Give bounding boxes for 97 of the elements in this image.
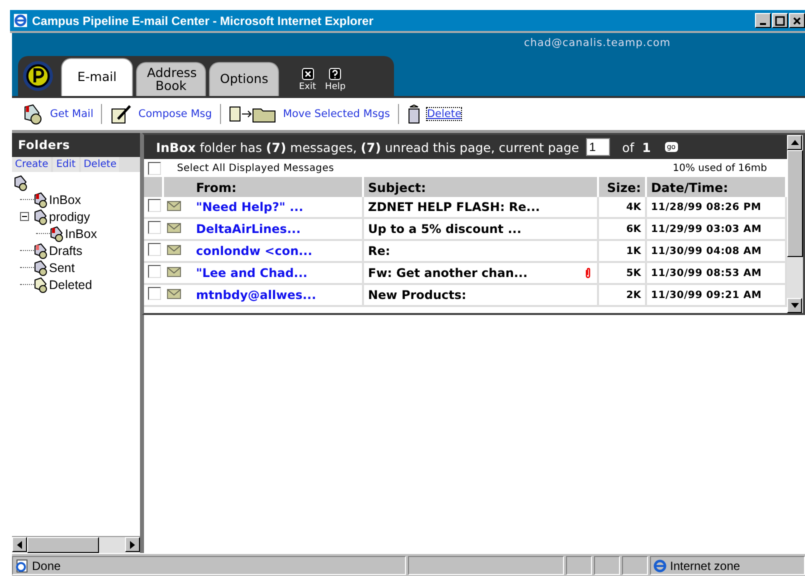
status-pane [566, 556, 592, 575]
column-header[interactable]: From: [192, 177, 363, 197]
panel-title: Folders [12, 133, 140, 157]
folder-icon [34, 192, 48, 208]
mailbox-icon [22, 103, 44, 125]
sender-link[interactable]: DeltaAirLines... [196, 222, 301, 236]
close-icon [792, 16, 802, 26]
up-arrow-icon [790, 140, 798, 145]
size-cell: 6K [598, 218, 646, 240]
folder-icon [50, 226, 64, 242]
folder-item[interactable]: Deleted [34, 276, 92, 292]
folder-icon [34, 242, 48, 258]
help-button[interactable]: Help [322, 68, 349, 96]
folder-action-link[interactable]: Create [12, 157, 52, 172]
quota-text: 10% used of 16mb [672, 162, 767, 174]
tab[interactable]: E-mail [61, 58, 133, 96]
collapse-toggle[interactable] [20, 212, 29, 221]
page-to-folder-icon [228, 104, 277, 124]
sender-link[interactable]: "Lee and Chad... [196, 266, 308, 280]
date-cell: 11/29/99 03:03 AM [646, 218, 786, 240]
minimize-button[interactable] [755, 13, 771, 28]
minimize-icon [760, 22, 766, 24]
status-text: Done [32, 558, 61, 572]
page-of-label: of [622, 140, 634, 154]
move-button[interactable]: Move Selected Msgs [228, 104, 390, 124]
envelope-icon [167, 267, 181, 277]
subject-link[interactable]: Re: [368, 244, 390, 258]
trash-can-icon [406, 104, 421, 124]
sender-link[interactable]: conlondw <con... [196, 244, 312, 258]
size-cell: 4K [598, 197, 646, 218]
summary-text: InBox folder has (7) messages, (7) unread this page, current page [156, 140, 580, 154]
logo-icon [22, 60, 54, 92]
window-title: Campus Pipeline E-mail Center - Microsoft Internet Explorer [32, 14, 374, 28]
folder-item[interactable]: Drafts [34, 242, 82, 258]
maximize-button[interactable] [772, 13, 788, 28]
checkbox[interactable] [148, 221, 161, 234]
close-button[interactable] [789, 13, 805, 28]
page-total: 1 [642, 140, 651, 154]
size-cell: 1K [598, 240, 646, 262]
globe-icon [653, 558, 667, 572]
vertical-scrollbar[interactable] [787, 135, 803, 313]
delete-button[interactable]: Delete [406, 104, 462, 124]
folder-icon [34, 276, 48, 292]
date-cell: 11/30/99 09:21 AM [646, 284, 786, 306]
down-arrow-icon [790, 303, 798, 308]
subject-link[interactable]: Up to a 5% discount ... [368, 222, 522, 236]
subject-link[interactable]: Fw: Get another chan... [368, 266, 528, 280]
help-icon [329, 68, 342, 80]
folder-item[interactable]: Sent [34, 260, 75, 276]
zone-text: Internet zone [670, 558, 740, 572]
size-cell: 5K [598, 262, 646, 284]
column-header[interactable]: Size: [598, 177, 646, 197]
checkbox[interactable] [148, 265, 161, 278]
exit-button[interactable]: Exit [296, 68, 320, 96]
date-cell: 11/30/99 04:08 AM [646, 240, 786, 262]
folder-item[interactable]: InBox [34, 192, 81, 208]
tab[interactable]: Address Book [136, 62, 206, 96]
size-cell: 2K [598, 284, 646, 306]
page-icon [15, 558, 29, 572]
subject-link[interactable]: ZDNET HELP FLASH: Re... [368, 200, 540, 214]
checkbox[interactable] [148, 243, 161, 256]
status-pane [622, 556, 648, 575]
status-pane [594, 556, 620, 575]
column-header[interactable]: Date/Time: [646, 177, 786, 197]
checkbox[interactable] [148, 287, 161, 300]
close-icon [302, 68, 314, 80]
note-pen-icon [110, 103, 132, 125]
sender-link[interactable]: mtnbdy@allwes... [196, 288, 316, 302]
envelope-icon [167, 223, 181, 233]
folder-item[interactable]: InBox [50, 226, 97, 242]
folder-icon [34, 208, 48, 224]
maximize-icon [775, 16, 785, 26]
envelope-icon [167, 245, 181, 255]
get-button[interactable]: Get Mail [22, 103, 94, 125]
account-email: chad@canalis.teamp.com [524, 37, 671, 49]
folder-action-link[interactable]: Edit [53, 157, 79, 172]
envelope-icon [167, 201, 181, 211]
horizontal-scrollbar[interactable] [12, 536, 140, 553]
envelope-icon [167, 289, 181, 299]
sender-link[interactable]: "Need Help?" ... [196, 200, 304, 214]
folder-item[interactable]: prodigy [34, 208, 90, 224]
date-cell: 11/30/99 08:53 AM [646, 262, 786, 284]
folder-icon [34, 260, 48, 276]
column-header[interactable]: Subject: [363, 177, 598, 197]
page-field[interactable]: 1 [586, 138, 610, 156]
subject-link[interactable]: New Products: [368, 288, 466, 302]
date-cell: 11/28/99 08:26 PM [646, 197, 786, 218]
compose-button[interactable]: Compose Msg [110, 103, 212, 125]
folder-action-link[interactable]: Delete [80, 157, 120, 172]
checkbox[interactable] [148, 199, 161, 212]
browser-icon [13, 13, 28, 28]
tab[interactable]: Options [209, 62, 279, 96]
mailbox-icon [14, 175, 28, 191]
checkbox[interactable] [148, 162, 161, 174]
left-arrow-icon [17, 540, 22, 548]
right-arrow-icon [130, 540, 135, 548]
select-all-label: Select All Displayed Messages [177, 162, 334, 174]
